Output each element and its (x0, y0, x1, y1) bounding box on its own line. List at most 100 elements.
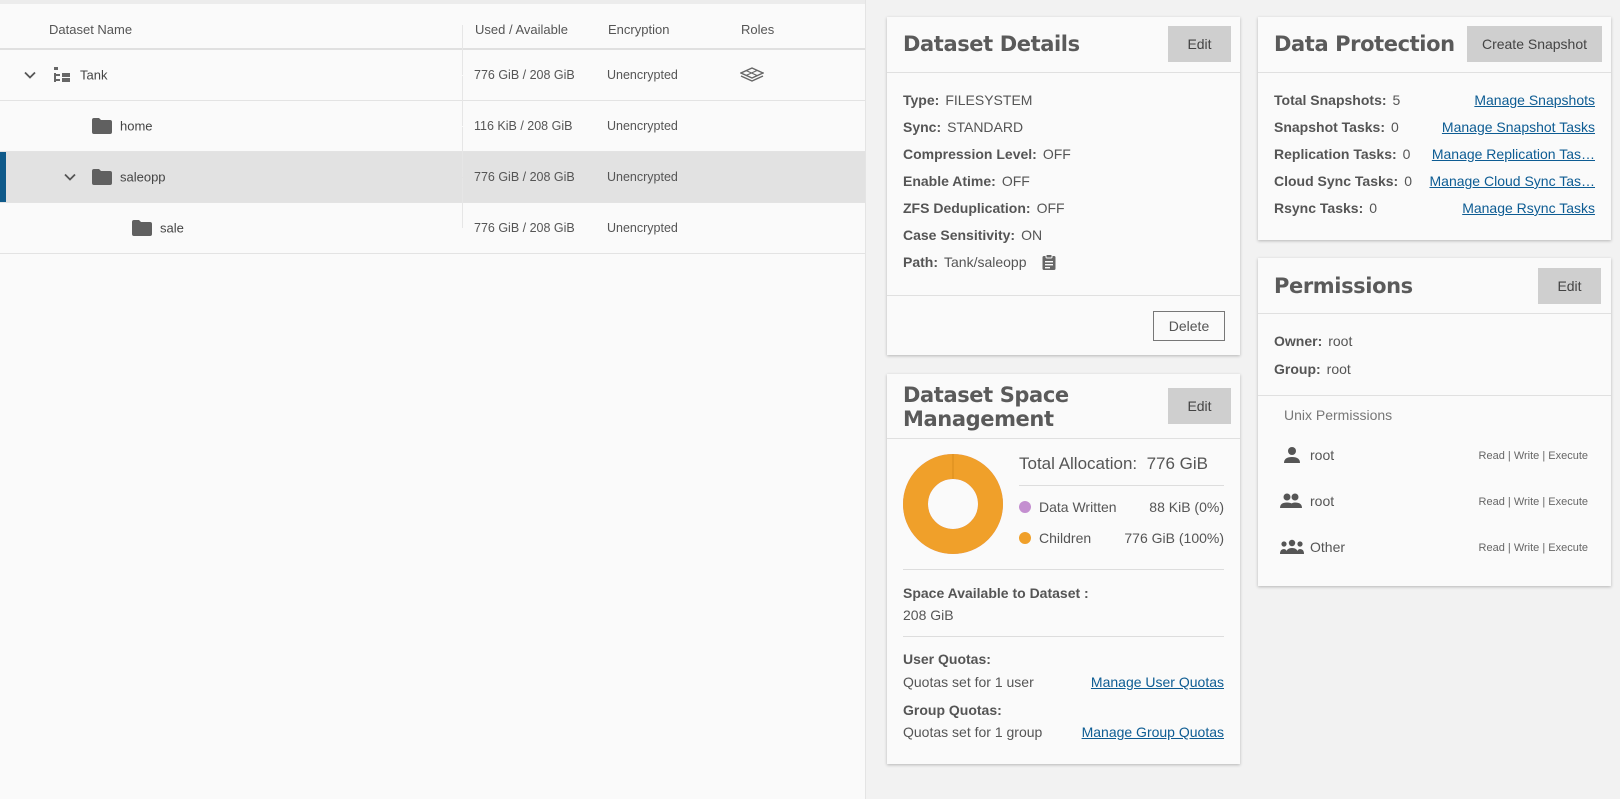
label: Owner: (1274, 333, 1323, 349)
compression-row: Compression Level: OFF (903, 146, 1071, 162)
divider (903, 569, 1224, 570)
value: 0 (1402, 146, 1411, 162)
user-quotas-value: Quotas set for 1 user (903, 674, 1034, 690)
value: 776 GiB (100%) (1124, 530, 1224, 546)
user-icon (1284, 447, 1300, 463)
title-line: Management (903, 407, 1054, 431)
divider (903, 636, 1224, 637)
group-quotas-value: Quotas set for 1 group (903, 724, 1043, 740)
card-title: Dataset Details (903, 32, 1080, 56)
snapshot-tasks-row: Snapshot Tasks: 0 (1274, 119, 1399, 135)
label: Rsync Tasks: (1274, 200, 1364, 216)
atime-row: Enable Atime: OFF (903, 173, 1030, 189)
column-divider (462, 127, 463, 177)
card-title: Dataset Space Management (903, 383, 1069, 431)
label: Total Snapshots: (1274, 92, 1387, 108)
legend-dot (1019, 532, 1031, 544)
label: Case Sensitivity: (903, 227, 1016, 243)
label: Cloud Sync Tasks: (1274, 173, 1399, 189)
manage-cloud-sync-link[interactable]: Manage Cloud Sync Tas… (1430, 173, 1596, 189)
chevron-down-icon[interactable] (62, 169, 78, 185)
label: Compression Level: (903, 146, 1037, 162)
tree-row-sale[interactable]: sale 776 GiB / 208 GiB Unencrypted (0, 178, 865, 254)
column-divider (462, 76, 463, 126)
col-encryption[interactable]: Encryption (608, 22, 669, 37)
dataset-details-card: Dataset Details Edit Type: FILESYSTEM Syn… (887, 17, 1240, 355)
data-protection-card: Data Protection Create Snapshot Total Sn… (1258, 17, 1611, 240)
tree-row-home[interactable]: home 116 KiB / 208 GiB Unencrypted (0, 76, 865, 152)
folder-icon (92, 169, 112, 185)
available-label: Space Available to Dataset : (903, 585, 1089, 601)
divider (1019, 485, 1224, 486)
edit-details-button[interactable]: Edit (1168, 26, 1231, 62)
col-used-available[interactable]: Used / Available (475, 22, 568, 37)
perm-entry-name: root (1310, 447, 1335, 463)
value: OFF (1001, 173, 1030, 189)
manage-replication-link[interactable]: Manage Replication Tas… (1432, 146, 1595, 162)
title-line: Dataset Space (903, 383, 1069, 407)
rsync-row: Rsync Tasks: 0 (1274, 200, 1377, 216)
unix-permissions-label: Unix Permissions (1284, 407, 1393, 423)
clipboard-icon[interactable] (1042, 254, 1056, 270)
sync-row: Sync: STANDARD (903, 119, 1023, 135)
edit-permissions-button[interactable]: Edit (1538, 268, 1601, 304)
label: Data Written (1039, 499, 1117, 515)
available-value: 208 GiB (903, 607, 954, 623)
col-dataset-name[interactable]: Dataset Name (49, 22, 132, 37)
value: 0 (1391, 119, 1399, 135)
col-roles[interactable]: Roles (741, 22, 774, 37)
permissions-card: Permissions Edit Owner: root Group: root U… (1258, 258, 1611, 586)
value: ON (1021, 227, 1043, 243)
dedup-row: ZFS Deduplication: OFF (903, 200, 1065, 216)
manage-user-quotas-link[interactable]: Manage User Quotas (1091, 674, 1224, 690)
card-title: Permissions (1274, 274, 1413, 298)
label: Enable Atime: (903, 173, 996, 189)
manage-snapshot-tasks-link[interactable]: Manage Snapshot Tasks (1442, 119, 1595, 135)
replication-row: Replication Tasks: 0 (1274, 146, 1410, 162)
legend-dot (1019, 501, 1031, 513)
group-row: Group: root (1274, 361, 1351, 377)
space-donut-chart (903, 454, 1003, 554)
value: OFF (1036, 200, 1065, 216)
delete-dataset-button[interactable]: Delete (1153, 311, 1225, 341)
legend-children: Children 776 GiB (100%) (1019, 530, 1224, 546)
type-row: Type: FILESYSTEM (903, 92, 1032, 108)
tree-header: Dataset Name Used / Available Encryption… (0, 4, 865, 50)
edit-space-button[interactable]: Edit (1168, 388, 1231, 424)
label: Sync: (903, 119, 942, 135)
others-icon (1280, 539, 1304, 554)
manage-rsync-link[interactable]: Manage Rsync Tasks (1462, 200, 1595, 216)
path-row: Path: Tank/saleopp (903, 254, 1056, 270)
snapshots-row: Total Snapshots: 5 (1274, 92, 1400, 108)
manage-snapshots-link[interactable]: Manage Snapshots (1474, 92, 1595, 108)
chevron-down-icon[interactable] (22, 67, 38, 83)
value: 88 KiB (0%) (1149, 499, 1224, 515)
tree-row-saleopp[interactable]: saleopp 776 GiB / 208 GiB Unencrypted (0, 127, 865, 203)
perm-entry-rights: Read | Write | Execute (1478, 542, 1588, 554)
column-divider (462, 178, 463, 228)
label: Snapshot Tasks: (1274, 119, 1385, 135)
dataset-tree: Dataset Name Used / Available Encryption… (0, 0, 866, 799)
value: 5 (1392, 92, 1401, 108)
perm-entry-name: root (1310, 493, 1335, 509)
used-available: 776 GiB / 208 GiB (474, 68, 575, 82)
encryption-status: Unencrypted (607, 170, 678, 184)
value: 0 (1404, 173, 1413, 189)
create-snapshot-button[interactable]: Create Snapshot (1467, 26, 1602, 62)
dataset-name: Tank (80, 67, 108, 83)
manage-group-quotas-link[interactable]: Manage Group Quotas (1082, 724, 1224, 740)
value: 0 (1369, 200, 1378, 216)
divider (887, 72, 1240, 73)
dataset-name: home (120, 118, 153, 134)
total-allocation: Total Allocation: 776 GiB (1019, 454, 1208, 474)
cloud-sync-row: Cloud Sync Tasks: 0 (1274, 173, 1412, 189)
perm-entry-rights: Read | Write | Execute (1478, 450, 1588, 462)
value: OFF (1042, 146, 1071, 162)
label: Total Allocation: (1019, 454, 1138, 473)
label: Group: (1274, 361, 1321, 377)
column-divider (462, 25, 463, 75)
dataset-name: sale (160, 220, 184, 236)
tree-row-tank[interactable]: Tank 776 GiB / 208 GiB Unencrypted (0, 25, 865, 101)
value: root (1328, 333, 1353, 349)
divider (887, 295, 1240, 296)
